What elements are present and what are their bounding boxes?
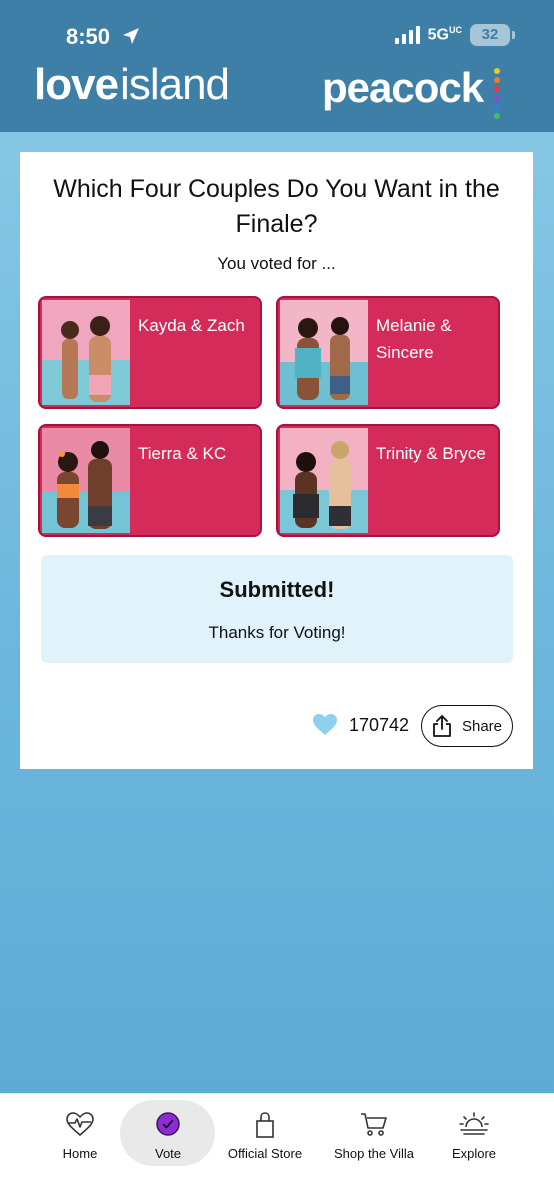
nav-label: Explore bbox=[451, 1146, 497, 1161]
share-icon bbox=[433, 715, 451, 737]
nav-home[interactable]: Home bbox=[30, 1094, 130, 1200]
couple-card-trinity-bryce[interactable]: Trinity & Bryce bbox=[276, 424, 500, 537]
couple-photo bbox=[42, 428, 130, 533]
nav-label: Home bbox=[62, 1146, 98, 1161]
app-header: 8:50 5GUC 32 love island peacock bbox=[0, 0, 554, 132]
battery-icon: 32 bbox=[470, 24, 515, 46]
sunset-icon bbox=[459, 1112, 489, 1135]
cart-icon bbox=[361, 1113, 387, 1136]
couple-name: Kayda & Zach bbox=[138, 316, 245, 335]
network-label: 5GUC bbox=[427, 25, 462, 44]
couple-photo bbox=[280, 428, 368, 533]
shopping-bag-icon bbox=[256, 1112, 274, 1138]
status-time: 8:50 bbox=[66, 24, 111, 49]
nav-vote[interactable]: Vote bbox=[118, 1094, 218, 1200]
share-button[interactable]: Share bbox=[421, 705, 513, 747]
voted-label: You voted for ... bbox=[217, 254, 336, 273]
couple-card-kayda-zach[interactable]: Kayda & Zach bbox=[38, 296, 262, 409]
nav-shop-the-villa[interactable]: Shop the Villa bbox=[324, 1094, 424, 1200]
location-arrow-icon bbox=[123, 28, 139, 44]
status-indicators: 5GUC 32 bbox=[394, 24, 515, 46]
nav-official-store[interactable]: Official Store bbox=[215, 1094, 315, 1200]
like-count: 170742 bbox=[349, 715, 410, 735]
couple-name: Tierra & KC bbox=[138, 444, 227, 463]
submitted-title: Submitted! bbox=[219, 577, 335, 602]
peacock-logo: peacock bbox=[322, 64, 484, 111]
vote-check-icon bbox=[156, 1112, 180, 1136]
nav-label: Vote bbox=[154, 1146, 182, 1161]
bottom-nav: Home Vote Official Store Shop the Villa … bbox=[0, 1093, 554, 1200]
couple-photo bbox=[280, 300, 368, 405]
submitted-panel: Submitted! Thanks for Voting! bbox=[41, 555, 513, 663]
couple-name: Melanie & Sincere bbox=[376, 316, 452, 362]
poll-title: Which Four Couples Do You Want in the Fi… bbox=[53, 175, 500, 238]
heart-pulse-icon bbox=[66, 1112, 94, 1137]
share-label: Share bbox=[461, 717, 503, 735]
peacock-dots-icon bbox=[494, 68, 500, 119]
nav-label: Shop the Villa bbox=[334, 1146, 414, 1161]
couple-card-tierra-kc[interactable]: Tierra & KC bbox=[38, 424, 262, 537]
couple-name: Trinity & Bryce bbox=[376, 444, 486, 463]
couple-card-melanie-sincere[interactable]: Melanie & Sincere bbox=[276, 296, 500, 409]
couple-photo bbox=[42, 300, 130, 405]
love-island-logo: love island bbox=[34, 60, 230, 109]
nav-label: Official Store bbox=[227, 1146, 303, 1161]
vote-card: Which Four Couples Do You Want in the Fi… bbox=[20, 152, 533, 769]
nav-explore[interactable]: Explore bbox=[424, 1094, 524, 1200]
heart-like-icon[interactable] bbox=[313, 714, 337, 736]
submitted-subtitle: Thanks for Voting! bbox=[208, 623, 346, 642]
signal-icon bbox=[394, 26, 420, 44]
